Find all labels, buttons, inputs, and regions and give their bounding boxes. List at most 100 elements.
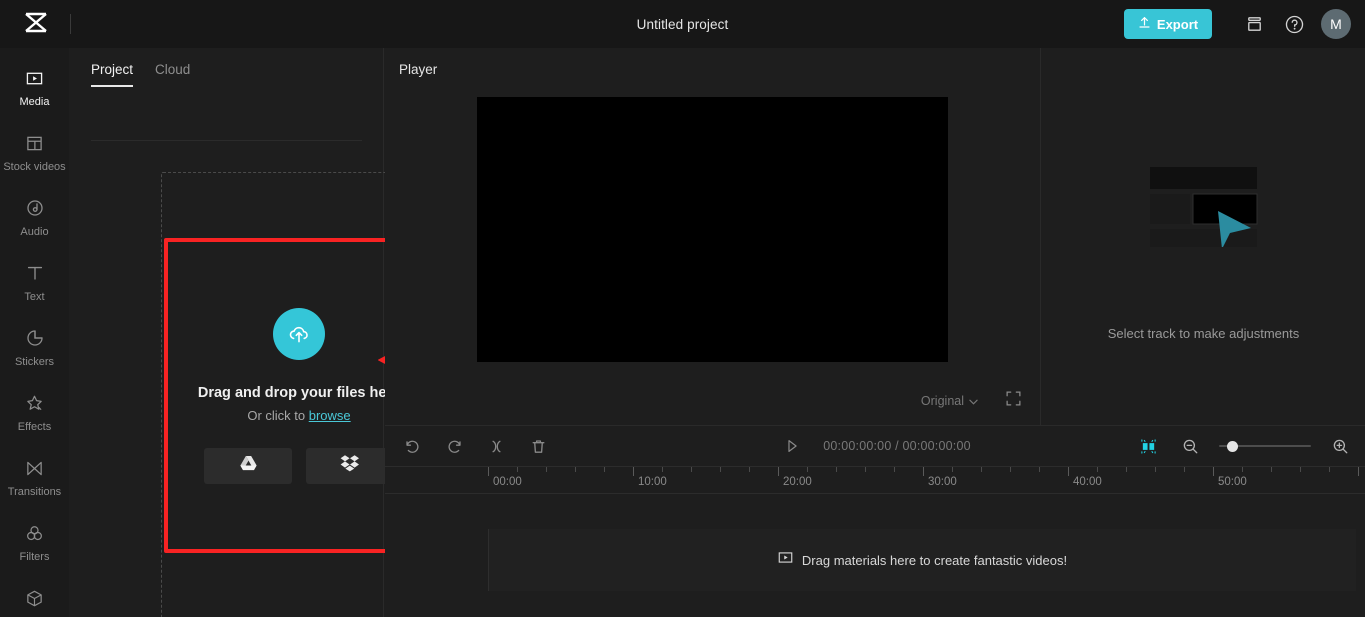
track-placeholder-icon	[1150, 167, 1260, 249]
ruler-label: 10:00	[638, 476, 667, 488]
play-icon[interactable]	[779, 433, 805, 459]
ruler-tick	[517, 467, 518, 472]
sidebar-item-filters[interactable]: Filters	[0, 517, 69, 575]
ruler-tick	[575, 467, 576, 472]
ruler-label: 30:00	[928, 476, 957, 488]
ruler-tick	[865, 467, 866, 472]
sidebar-item-stickers[interactable]: Stickers	[0, 322, 69, 380]
avatar[interactable]: M	[1321, 9, 1351, 39]
sidebar-item-media[interactable]: Media	[0, 62, 69, 120]
sidebar-item-library[interactable]: Library	[0, 582, 69, 617]
google-drive-icon	[239, 455, 258, 477]
ruler-tick	[1271, 467, 1272, 472]
ruler-tick	[981, 467, 982, 472]
dropzone-subtitle: Or click to browse	[247, 408, 350, 423]
timeline-drop-hint[interactable]: Drag materials here to create fantastic …	[488, 529, 1356, 591]
timeline-toolbar: 00:00:00:00 / 00:00:00:00	[385, 426, 1365, 466]
sticker-circle-icon	[26, 326, 44, 350]
adjustments-empty-message: Select track to make adjustments	[1107, 326, 1300, 341]
timeline-ruler[interactable]: 00:00 10:00 20:00 30:00 40:00 50:00	[385, 466, 1365, 494]
ruler-tick	[923, 467, 924, 476]
ruler-tick	[1068, 467, 1069, 476]
top-bar: Untitled project Export M	[0, 0, 1365, 48]
ruler-tick	[807, 467, 808, 472]
avatar-initial: M	[1330, 16, 1342, 32]
ruler-tick	[1329, 467, 1330, 472]
timeline-tracks-area: Drag materials here to create fantastic …	[385, 494, 1365, 617]
export-button[interactable]: Export	[1124, 9, 1212, 39]
filters-circles-icon	[25, 521, 44, 545]
panel-divider	[91, 140, 362, 141]
dropzone-subtitle-prefix: Or click to	[247, 407, 309, 423]
sidebar-item-text[interactable]: Text	[0, 257, 69, 315]
ruler-tick	[1010, 467, 1011, 472]
player-scale-label: Original	[920, 394, 964, 408]
ruler-label: 40:00	[1073, 476, 1102, 488]
tab-cloud[interactable]: Cloud	[155, 62, 190, 87]
ruler-tick	[836, 467, 837, 472]
timeline-zoom-slider[interactable]	[1219, 440, 1311, 452]
sidebar-item-transitions-label: Transitions	[7, 486, 62, 498]
library-cube-icon	[25, 586, 44, 610]
player-scale-select[interactable]: Original	[921, 394, 978, 408]
ruler-tick	[749, 467, 750, 472]
ruler-tick	[546, 467, 547, 472]
ruler-tick	[1155, 467, 1156, 472]
sidebar-item-transitions[interactable]: Transitions	[0, 452, 69, 510]
ruler-tick	[1358, 467, 1359, 476]
ruler-tick	[952, 467, 953, 472]
sidebar-item-stickers-label: Stickers	[14, 356, 55, 368]
media-play-box-icon	[778, 550, 793, 570]
sidebar-item-audio-label: Audio	[20, 226, 49, 238]
timeline-zoom-tools	[1135, 426, 1353, 466]
ruler-label: 50:00	[1218, 476, 1247, 488]
left-nav-rail: Media Stock videos Audio Text Stickers E…	[0, 48, 69, 617]
ruler-tick	[488, 467, 489, 476]
time-separator: /	[895, 439, 899, 453]
capcut-editor-window: Untitled project Export M Media Stock vi…	[0, 0, 1365, 617]
sidebar-item-audio[interactable]: Audio	[0, 192, 69, 250]
video-preview[interactable]	[477, 97, 948, 362]
media-panel-tabs: Project Cloud	[69, 48, 383, 87]
player-controls: Original	[385, 387, 1041, 415]
dropbox-button[interactable]	[306, 447, 394, 484]
dropzone-title: Drag and drop your files here	[197, 384, 401, 401]
browse-link[interactable]: browse	[309, 408, 351, 423]
archive-icon[interactable]	[1241, 11, 1267, 37]
cloud-import-buttons	[204, 447, 394, 484]
transitions-bowtie-icon	[25, 456, 44, 480]
ruler-tick	[1184, 467, 1185, 472]
zoom-in-icon[interactable]	[1327, 433, 1353, 459]
ruler-tick	[1300, 467, 1301, 472]
ruler-tick	[894, 467, 895, 472]
sidebar-item-effects[interactable]: Effects	[0, 387, 69, 445]
chevron-down-icon	[969, 394, 978, 408]
ruler-tick	[633, 467, 634, 476]
fit-to-screen-icon[interactable]	[1135, 433, 1161, 459]
tab-project[interactable]: Project	[91, 62, 134, 87]
text-t-icon	[26, 261, 44, 285]
timeline-drop-hint-text: Drag materials here to create fantastic …	[801, 552, 1068, 568]
audio-note-circle-icon	[26, 196, 44, 220]
export-button-label: Export	[1156, 16, 1199, 32]
media-panel: Project Cloud Drag and drop your files h…	[69, 48, 434, 617]
zoom-out-icon[interactable]	[1177, 433, 1203, 459]
ruler-tick	[720, 467, 721, 472]
ruler-tick	[1039, 467, 1040, 472]
ruler-tick	[662, 467, 663, 472]
sidebar-item-text-label: Text	[24, 291, 45, 303]
ruler-label: 20:00	[783, 476, 812, 488]
question-circle-icon[interactable]	[1281, 11, 1307, 37]
google-drive-button[interactable]	[204, 447, 292, 484]
zoom-slider-knob[interactable]	[1227, 440, 1238, 452]
timeline-timecode: 00:00:00:00 / 00:00:00:00	[823, 439, 971, 453]
ruler-tick	[1097, 467, 1098, 472]
layout-grid-icon	[26, 131, 43, 155]
ruler-tick	[691, 467, 692, 472]
fullscreen-icon[interactable]	[1006, 391, 1021, 411]
ruler-tick	[1242, 467, 1243, 472]
ruler-tick	[604, 467, 605, 472]
cloud-upload-icon[interactable]	[273, 307, 325, 360]
ruler-tick	[1213, 467, 1214, 476]
sidebar-item-stock-videos[interactable]: Stock videos	[0, 127, 69, 185]
